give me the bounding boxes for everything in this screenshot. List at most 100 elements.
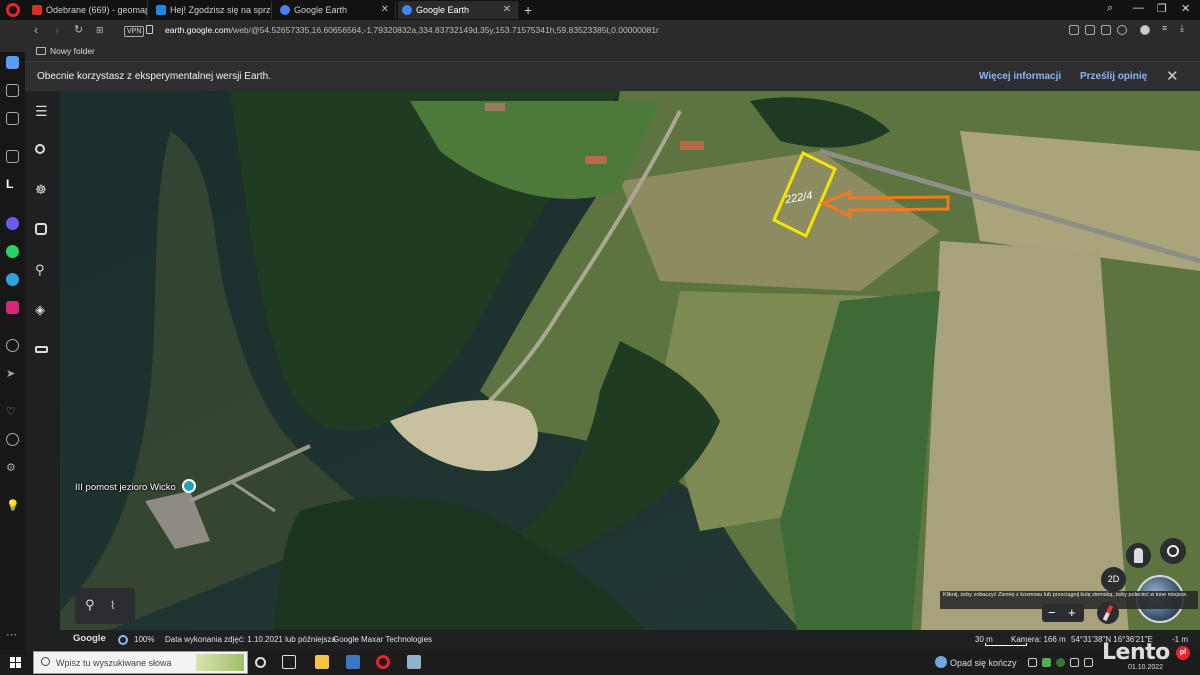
back-icon[interactable]: ‹ bbox=[34, 23, 38, 37]
close-icon[interactable]: ✕ bbox=[1166, 67, 1179, 85]
street-view-button[interactable] bbox=[1126, 543, 1151, 568]
google-logo: Google bbox=[73, 633, 106, 644]
l-icon[interactable]: L bbox=[6, 178, 19, 191]
tab-gmail[interactable]: Odebrane (669) - geomap bbox=[28, 1, 148, 19]
toggle-2d-button[interactable]: 2D bbox=[1101, 567, 1126, 592]
vinted-icon bbox=[156, 5, 166, 15]
heart-icon[interactable]: ♡ bbox=[6, 405, 19, 418]
placemark-icon[interactable]: ⚲ bbox=[85, 598, 99, 612]
gmail-icon bbox=[32, 5, 42, 15]
feeling-lucky-icon[interactable] bbox=[35, 223, 47, 235]
player-icon[interactable] bbox=[6, 339, 19, 352]
camera-icon[interactable] bbox=[1085, 25, 1095, 35]
settings-icon[interactable]: ⚙ bbox=[6, 461, 19, 474]
bag-icon[interactable] bbox=[6, 150, 19, 163]
tab-vinted[interactable]: Hej! Zgodzisz się na sprzed bbox=[152, 1, 272, 19]
more-info-link[interactable]: Więcej informacji bbox=[979, 71, 1061, 82]
profile-avatar[interactable] bbox=[1140, 25, 1150, 35]
google-earth-icon bbox=[280, 5, 290, 15]
locate-icon bbox=[1167, 545, 1179, 557]
url-path: /web/@54.52657335,16.60656564,-1.7932083… bbox=[230, 25, 659, 35]
folder-icon bbox=[36, 47, 46, 55]
messenger-icon[interactable] bbox=[6, 217, 19, 230]
paint-app-icon[interactable] bbox=[407, 655, 421, 669]
home-icon[interactable] bbox=[6, 56, 19, 69]
display-icon[interactable] bbox=[1070, 658, 1079, 667]
opera-taskbar-icon[interactable] bbox=[376, 655, 390, 669]
reload-icon[interactable]: ↻ bbox=[74, 23, 83, 36]
opera-logo-icon[interactable] bbox=[6, 3, 20, 17]
share-icon[interactable] bbox=[1069, 25, 1079, 35]
send-icon[interactable] bbox=[1101, 25, 1111, 35]
people-icon[interactable] bbox=[1028, 658, 1037, 667]
place-pin-icon[interactable] bbox=[182, 479, 196, 493]
download-icon[interactable]: ⤓ bbox=[1180, 23, 1190, 33]
windows-start-icon[interactable] bbox=[10, 657, 21, 668]
search-icon[interactable] bbox=[35, 144, 45, 154]
send-icon[interactable]: ➤ bbox=[6, 367, 19, 380]
projects-icon[interactable]: ⚲ bbox=[35, 263, 49, 277]
close-window-icon[interactable]: ✕ bbox=[1181, 2, 1190, 15]
shopping-bag-icon[interactable] bbox=[6, 112, 19, 125]
search-tabs-icon[interactable]: ⌕ bbox=[1107, 2, 1113, 15]
bookmark-folder[interactable]: Nowy folder bbox=[50, 46, 95, 56]
zoom-in-button[interactable]: + bbox=[1068, 604, 1076, 621]
photos-app-icon[interactable] bbox=[346, 655, 360, 669]
history-icon[interactable] bbox=[6, 433, 19, 446]
telegram-icon[interactable] bbox=[6, 273, 19, 286]
tab-close-icon[interactable]: ✕ bbox=[381, 1, 389, 19]
menu-icon[interactable]: ≡ bbox=[1162, 23, 1172, 33]
measure-icon[interactable] bbox=[35, 346, 48, 353]
place-label[interactable]: III pomost jezioro Wicko bbox=[75, 482, 176, 493]
taskbar-search[interactable]: Wpisz tu wyszukiwane słowa bbox=[33, 651, 248, 674]
forward-icon[interactable]: › bbox=[55, 23, 59, 37]
taskbar-date[interactable]: 01.10.2022 bbox=[1128, 664, 1163, 671]
field-strip bbox=[920, 241, 1130, 650]
defender-icon[interactable] bbox=[1056, 658, 1065, 667]
url-domain: earth.google.com bbox=[165, 25, 231, 35]
tab-close-icon[interactable]: ✕ bbox=[503, 1, 511, 19]
file-explorer-icon[interactable] bbox=[315, 655, 329, 669]
task-view-icon[interactable] bbox=[282, 655, 296, 669]
voyager-icon[interactable]: ☸ bbox=[35, 183, 49, 197]
new-tab-button[interactable]: + bbox=[524, 0, 532, 20]
lock-icon[interactable] bbox=[146, 25, 153, 34]
cortana-icon[interactable] bbox=[255, 657, 266, 668]
browser-tab-bar: Odebrane (669) - geomap Hej! Zgodzisz si… bbox=[0, 0, 1200, 20]
house-roof bbox=[585, 156, 607, 164]
menu-icon[interactable]: ☰ bbox=[35, 104, 49, 118]
imagery-date: Data wykonania zdjęć: 1.10.2021 lub późn… bbox=[165, 635, 336, 644]
url-field[interactable]: earth.google.com/web/@54.52657335,16.606… bbox=[165, 25, 659, 35]
weather-icon[interactable] bbox=[935, 656, 947, 668]
compass-button[interactable] bbox=[1097, 602, 1119, 624]
weather-text[interactable]: Opad się kończy bbox=[950, 658, 1017, 668]
tab-title: Odebrane (669) - geomap bbox=[46, 5, 148, 15]
zoom-control: − + bbox=[1042, 604, 1084, 622]
draw-path-icon[interactable]: ⌇ bbox=[110, 599, 124, 613]
tab-google-earth-1[interactable]: Google Earth ✕ bbox=[276, 1, 396, 19]
tab-title: Google Earth bbox=[294, 5, 348, 15]
earth-map-view[interactable]: 222/4 III pomost jezioro Wicko ⚲ ⌇ 2D Kl… bbox=[60, 91, 1200, 650]
tips-icon[interactable]: 💡 bbox=[6, 499, 20, 512]
crypto-wallet-icon[interactable] bbox=[6, 84, 19, 97]
tab-google-earth-2[interactable]: Google Earth ✕ bbox=[398, 1, 518, 19]
instagram-icon[interactable] bbox=[6, 301, 19, 314]
experimental-notice: Obecnie korzystasz z eksperymentalnej we… bbox=[25, 62, 1200, 91]
network-icon[interactable] bbox=[1084, 658, 1093, 667]
google-earth-icon bbox=[402, 5, 412, 15]
more-icon[interactable]: ⋯ bbox=[6, 628, 19, 641]
my-location-button[interactable] bbox=[1160, 538, 1186, 564]
speed-dial-icon[interactable]: ⊞ bbox=[96, 25, 104, 36]
tab-title: Google Earth bbox=[416, 5, 470, 15]
search-placeholder: Wpisz tu wyszukiwane słowa bbox=[56, 658, 172, 668]
shield-icon[interactable] bbox=[1042, 658, 1051, 667]
restore-icon[interactable]: ❐ bbox=[1157, 2, 1167, 15]
zoom-out-button[interactable]: − bbox=[1048, 604, 1056, 621]
feedback-link[interactable]: Prześlij opinię bbox=[1080, 71, 1147, 82]
attribution[interactable]: Google Maxar Technologies bbox=[333, 635, 432, 644]
heart-icon[interactable] bbox=[1117, 25, 1127, 35]
vpn-badge[interactable]: VPN bbox=[124, 26, 145, 37]
whatsapp-icon[interactable] bbox=[6, 245, 19, 258]
map-style-icon[interactable]: ◈ bbox=[35, 303, 49, 317]
minimize-icon[interactable]: — bbox=[1133, 2, 1144, 14]
